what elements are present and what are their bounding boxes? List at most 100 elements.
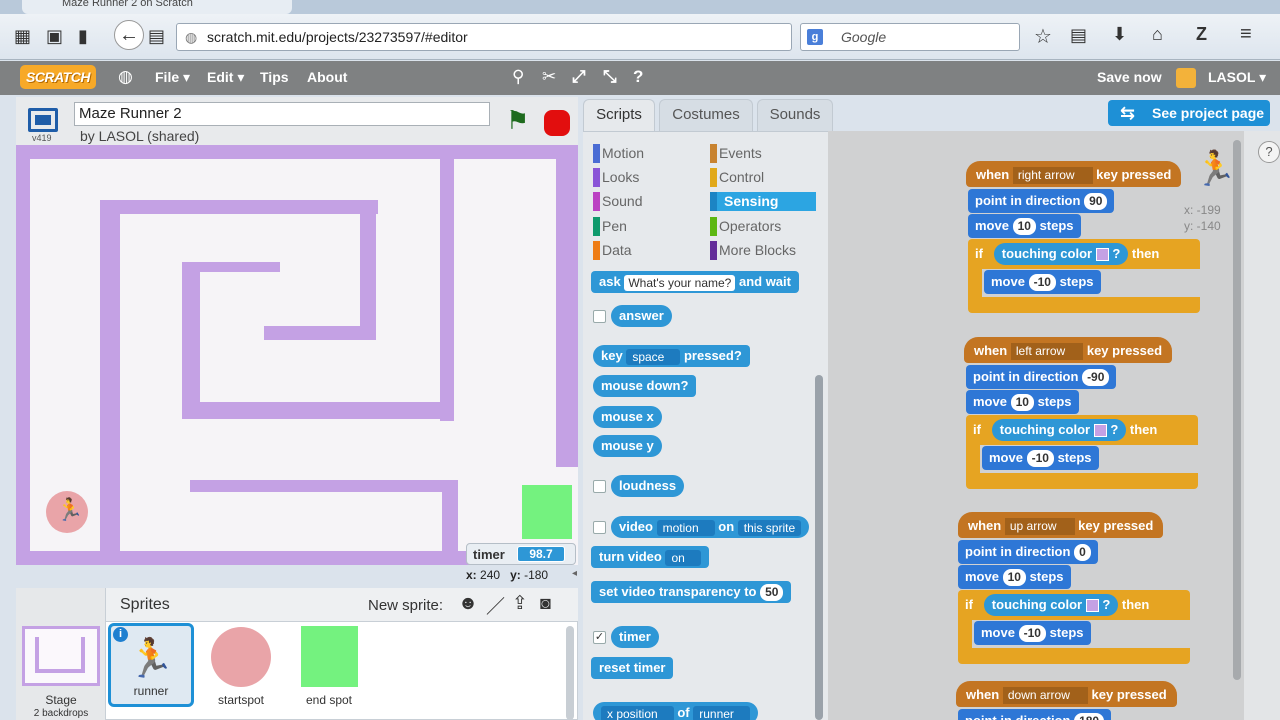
block-mouse-down[interactable]: mouse down?	[593, 375, 697, 397]
block-move[interactable]: move 10 steps	[958, 565, 1071, 589]
block-move[interactable]: move 10 steps	[966, 390, 1079, 414]
green-flag-icon[interactable]: ⚑	[506, 107, 529, 133]
key-dropdown[interactable]: down arrow	[1002, 687, 1088, 705]
menu-tips[interactable]: Tips	[260, 69, 289, 85]
bookmark-star-icon[interactable]: ☆	[1034, 24, 1052, 49]
delete-scissors-icon[interactable]: ✂	[542, 67, 556, 87]
zotero-icon[interactable]: Z	[1196, 24, 1207, 45]
collapse-stage-icon[interactable]: ◂	[572, 568, 577, 579]
block-point-in-direction[interactable]: point in direction 90	[968, 189, 1115, 213]
browser-tab[interactable]: Maze Runner 2 on Scratch	[22, 0, 292, 14]
save-now-button[interactable]: Save now	[1097, 69, 1162, 85]
presentation-mode-icon[interactable]	[28, 108, 58, 132]
block-reset-timer[interactable]: reset timer	[591, 657, 674, 679]
move-value[interactable]: -10	[1028, 274, 1056, 292]
sprite-item-end-spot[interactable]: end spot	[286, 623, 372, 707]
block-loudness[interactable]: loudness	[611, 475, 685, 497]
sprite-item-startspot[interactable]: startspot	[198, 623, 284, 707]
if-block[interactable]: if touching color ? then move -10 steps	[966, 415, 1198, 489]
color-swatch[interactable]	[1093, 424, 1107, 438]
block-mouse-y[interactable]: mouse y	[593, 435, 662, 457]
block-number[interactable]: 50	[760, 584, 784, 602]
category-looks[interactable]: Looks	[593, 168, 639, 187]
hat-when-key-pressed[interactable]: when down arrow key pressed	[956, 681, 1177, 707]
direction-value[interactable]: 90	[1084, 193, 1108, 211]
category-events[interactable]: Events	[710, 144, 762, 163]
help-icon[interactable]: ?	[633, 67, 643, 87]
block-video-on[interactable]: video motion on this sprite	[611, 516, 810, 538]
search-input[interactable]: g Google	[800, 23, 1020, 51]
block-ask[interactable]: ask What's your name? and wait	[591, 271, 799, 293]
scratch-logo[interactable]: SCRATCH	[20, 65, 96, 89]
key-dropdown[interactable]: right arrow	[1012, 167, 1093, 185]
move-value[interactable]: -10	[1018, 625, 1046, 643]
block-dropdown[interactable]: this sprite	[737, 519, 802, 536]
menu-about[interactable]: About	[307, 69, 347, 85]
key-dropdown[interactable]: up arrow	[1004, 518, 1075, 536]
shrink-icon[interactable]: ⤡	[603, 67, 617, 87]
url-bar[interactable]: ◍ scratch.mit.edu/projects/23273597/#edi…	[176, 23, 792, 51]
block-point-in-direction[interactable]: point in direction 0	[958, 540, 1098, 564]
video-checkbox[interactable]	[593, 521, 606, 534]
upload-sprite-icon[interactable]: ⇪	[512, 592, 528, 615]
language-globe-icon[interactable]: ◍	[118, 67, 133, 87]
menu-file[interactable]: File ▾	[155, 69, 190, 86]
category-sensing[interactable]: Sensing	[710, 192, 816, 211]
user-avatar[interactable]	[1176, 68, 1196, 88]
block-mouse-x[interactable]: mouse x	[593, 406, 662, 428]
category-control[interactable]: Control	[710, 168, 764, 187]
sprite-item-runner[interactable]: i 🏃 runner	[108, 623, 194, 707]
direction-value[interactable]: 180	[1074, 713, 1105, 720]
timer-monitor[interactable]: timer 98.7	[466, 543, 576, 565]
block-move-back[interactable]: move -10 steps	[982, 446, 1099, 470]
pocket-icon[interactable]: ▮	[78, 26, 88, 47]
move-value[interactable]: 10	[1010, 394, 1034, 412]
block-set-video-transparency[interactable]: set video transparency to 50	[591, 581, 792, 603]
category-operators[interactable]: Operators	[710, 217, 781, 236]
touching-color-block[interactable]: touching color ?	[983, 594, 1119, 616]
block-slot[interactable]: What's your name?	[624, 274, 736, 291]
window-tiles-icon[interactable]: ▦	[14, 26, 31, 47]
block-move[interactable]: move 10 steps	[968, 214, 1081, 238]
scripts-scrollbar[interactable]	[1233, 140, 1241, 680]
move-value[interactable]: -10	[1026, 450, 1054, 468]
block-dropdown[interactable]: on	[665, 549, 701, 566]
answer-checkbox[interactable]	[593, 310, 606, 323]
block-point-in-direction[interactable]: point in direction 180	[958, 709, 1112, 720]
color-swatch[interactable]	[1095, 248, 1109, 262]
camera-icon[interactable]: ◙	[540, 593, 551, 614]
download-icon[interactable]: ⬇	[1112, 24, 1127, 45]
duplicate-stamp-icon[interactable]: ⚲	[512, 67, 524, 87]
block-key-pressed[interactable]: key space pressed?	[593, 345, 750, 367]
block-of[interactable]: x position of runner	[593, 702, 758, 720]
direction-value[interactable]: 0	[1074, 544, 1091, 562]
sidebar-icon[interactable]: ▣	[46, 26, 63, 47]
block-answer[interactable]: answer	[611, 305, 672, 327]
runner-sprite[interactable]: 🏃	[56, 499, 83, 521]
menu-edit[interactable]: Edit ▾	[207, 69, 244, 86]
category-data[interactable]: Data	[593, 241, 632, 260]
block-move-back[interactable]: move -10 steps	[984, 270, 1101, 294]
paint-sprite-icon[interactable]: ／	[486, 592, 505, 619]
hat-when-key-pressed[interactable]: when right arrow key pressed	[966, 161, 1182, 187]
key-dropdown[interactable]: left arrow	[1010, 343, 1084, 361]
block-dropdown[interactable]: x position	[601, 705, 674, 720]
block-turn-video[interactable]: turn video on	[591, 546, 709, 568]
hat-when-key-pressed[interactable]: when left arrow key pressed	[964, 337, 1173, 363]
stage-canvas[interactable]: 🏃	[16, 145, 578, 565]
tab-costumes[interactable]: Costumes	[659, 99, 753, 131]
touching-color-block[interactable]: touching color ?	[993, 243, 1129, 265]
end-spot-sprite[interactable]	[522, 485, 572, 539]
move-value[interactable]: 10	[1002, 569, 1026, 587]
if-block[interactable]: if touching color ? then move -10 steps	[968, 239, 1200, 313]
home-icon[interactable]: ⌂	[1152, 24, 1163, 45]
tab-scripts[interactable]: Scripts	[583, 99, 655, 134]
choose-sprite-icon[interactable]: ☻	[458, 593, 478, 615]
timer-checkbox[interactable]: ✓	[593, 631, 606, 644]
block-dropdown[interactable]: space	[626, 348, 681, 365]
category-sound[interactable]: Sound	[593, 192, 642, 211]
tab-sounds[interactable]: Sounds	[757, 99, 833, 131]
loudness-checkbox[interactable]	[593, 480, 606, 493]
palette-scrollbar[interactable]	[815, 375, 823, 720]
back-icon[interactable]: ←	[114, 20, 144, 50]
